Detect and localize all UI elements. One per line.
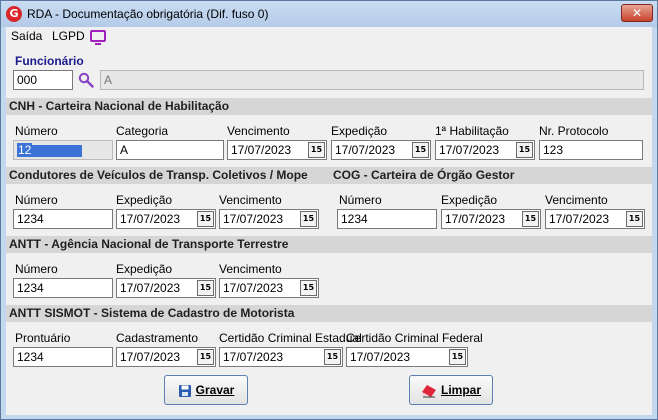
calendar-icon[interactable]: 15 (197, 211, 214, 227)
condutores-vencimento-label: Vencimento (219, 193, 282, 207)
limpar-button[interactable]: Limpar (409, 375, 493, 405)
cnh-expedicao-label: Expedição (331, 124, 388, 138)
antt-vencimento-label: Vencimento (219, 262, 282, 276)
calendar-icon[interactable]: 15 (522, 211, 539, 227)
section-cnh: CNH - Carteira Nacional de Habilitação (6, 98, 652, 115)
monitor-icon[interactable] (90, 30, 106, 45)
condutores-vencimento-input[interactable]: 17/07/2023 15 (219, 209, 319, 229)
condutores-numero-label: Número (15, 193, 58, 207)
cnh-vencimento-label: Vencimento (227, 124, 290, 138)
gravar-button[interactable]: Gravar (164, 375, 248, 405)
calendar-icon[interactable]: 15 (308, 142, 325, 158)
sismot-estadual-input[interactable]: 17/07/2023 15 (219, 347, 343, 367)
main-window: G RDA - Documentação obrigatória (Dif. f… (0, 0, 658, 420)
cnh-protocolo-input[interactable]: 123 (539, 140, 643, 160)
section-sismot: ANTT SISMOT - Sistema de Cadastro de Mot… (6, 305, 652, 322)
window-title: RDA - Documentação obrigatória (Dif. fus… (27, 7, 269, 21)
cog-numero-label: Número (339, 193, 382, 207)
sismot-cadastramento-input[interactable]: 17/07/2023 15 (116, 347, 216, 367)
menu-bar: Saída LGPD (6, 27, 652, 47)
calendar-icon[interactable]: 15 (300, 211, 317, 227)
calendar-icon[interactable]: 15 (197, 349, 214, 365)
cnh-numero-input[interactable]: 12 (13, 140, 113, 160)
cnh-primeira-label: 1ª Habilitação (435, 124, 509, 138)
antt-numero-label: Número (15, 262, 58, 276)
calendar-icon[interactable]: 15 (626, 211, 643, 227)
section-antt: ANTT - Agência Nacional de Transporte Te… (6, 236, 652, 253)
cnh-numero-label: Número (15, 124, 58, 138)
menu-lgpd[interactable]: LGPD (52, 29, 85, 43)
calendar-icon[interactable]: 15 (197, 280, 214, 296)
cnh-categoria-label: Categoria (116, 124, 169, 138)
condutores-expedicao-input[interactable]: 17/07/2023 15 (116, 209, 216, 229)
antt-numero-input[interactable]: 1234 (13, 278, 113, 298)
cog-expedicao-label: Expedição (441, 193, 498, 207)
calendar-icon[interactable]: 15 (516, 142, 533, 158)
save-icon (178, 384, 191, 397)
section-condutores-cog: Condutores de Veículos de Transp. Coleti… (6, 167, 652, 184)
sismot-cadastramento-label: Cadastramento (116, 331, 199, 345)
funcionario-name-input: A (100, 70, 644, 90)
cnh-vencimento-input[interactable]: 17/07/2023 15 (227, 140, 327, 160)
cog-expedicao-input[interactable]: 17/07/2023 15 (441, 209, 541, 229)
sismot-prontuario-label: Prontuário (15, 331, 71, 345)
close-button[interactable]: ✕ (621, 4, 653, 22)
condutores-numero-input[interactable]: 1234 (13, 209, 113, 229)
calendar-icon[interactable]: 15 (324, 349, 341, 365)
section-cog: COG - Carteira de Órgão Gestor (333, 168, 515, 182)
calendar-icon[interactable]: 15 (449, 349, 466, 365)
cnh-expedicao-input[interactable]: 17/07/2023 15 (331, 140, 431, 160)
sismot-federal-label: Certidão Criminal Federal (346, 331, 483, 345)
cog-vencimento-input[interactable]: 17/07/2023 15 (545, 209, 645, 229)
cnh-categoria-input[interactable]: A (116, 140, 224, 160)
search-icon[interactable] (78, 72, 94, 88)
sismot-estadual-label: Certidão Criminal Estadual (219, 331, 362, 345)
condutores-expedicao-label: Expedição (116, 193, 173, 207)
funcionario-code-input[interactable]: 000 (13, 70, 73, 90)
sismot-prontuario-input[interactable]: 1234 (13, 347, 113, 367)
calendar-icon[interactable]: 15 (412, 142, 429, 158)
funcionario-label: Funcionário (15, 54, 84, 68)
menu-saida[interactable]: Saída (11, 29, 42, 43)
antt-expedicao-input[interactable]: 17/07/2023 15 (116, 278, 216, 298)
section-condutores: Condutores de Veículos de Transp. Coleti… (9, 168, 308, 182)
cog-numero-input[interactable]: 1234 (337, 209, 437, 229)
app-logo-icon: G (6, 6, 22, 22)
calendar-icon[interactable]: 15 (300, 280, 317, 296)
client-area: Saída LGPD Funcionário 000 A CNH - Carte… (6, 27, 652, 415)
cnh-primeira-input[interactable]: 17/07/2023 15 (435, 140, 535, 160)
cnh-protocolo-label: Nr. Protocolo (539, 124, 609, 138)
sismot-federal-input[interactable]: 17/07/2023 15 (346, 347, 468, 367)
antt-vencimento-input[interactable]: 17/07/2023 15 (219, 278, 319, 298)
eraser-icon (421, 384, 436, 398)
antt-expedicao-label: Expedição (116, 262, 173, 276)
cog-vencimento-label: Vencimento (545, 193, 608, 207)
title-bar[interactable]: G RDA - Documentação obrigatória (Dif. f… (1, 1, 657, 27)
